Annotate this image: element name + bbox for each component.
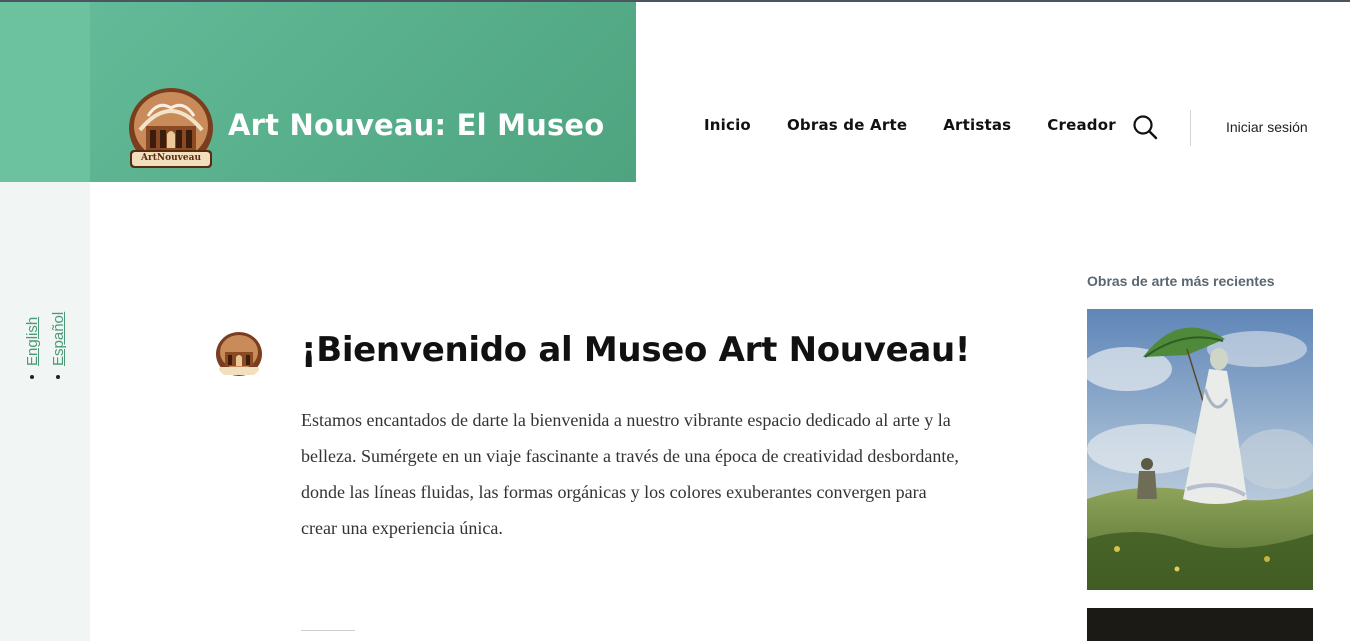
search-icon [1133, 115, 1158, 140]
login-link[interactable]: Iniciar sesión [1226, 119, 1308, 135]
lang-bullet [56, 375, 60, 379]
post-body: Estamos encantados de darte la bienvenid… [301, 410, 959, 538]
nav-item-inicio[interactable]: Inicio [704, 116, 751, 134]
avatar-logo-icon [214, 330, 264, 380]
nav-item-creador[interactable]: Creador [1047, 116, 1116, 134]
nav-item-artistas[interactable]: Artistas [943, 116, 1011, 134]
primary-nav: Inicio Obras de Arte Artistas Creador [704, 116, 1152, 134]
search-button[interactable] [1132, 114, 1158, 140]
language-espanol[interactable]: Español [50, 312, 67, 366]
left-strip [0, 182, 90, 641]
site-branding: ArtNouveau Art Nouveau: El Museo [90, 2, 636, 182]
language-english[interactable]: English [24, 317, 41, 366]
lang-bullet [30, 375, 34, 379]
left-strip-top [0, 2, 90, 182]
widget-title: Obras de arte más recientes [1087, 273, 1275, 289]
post-title: ¡Bienvenido al Museo Art Nouveau! [301, 330, 971, 370]
artwork-thumbnail[interactable] [1087, 309, 1313, 590]
author-avatar[interactable] [214, 330, 264, 380]
site-title[interactable]: Art Nouveau: El Museo [228, 108, 604, 142]
artwork-image [1087, 309, 1313, 590]
nav-item-obras-de-arte[interactable]: Obras de Arte [787, 116, 907, 134]
artwork-thumbnail-2[interactable] [1087, 608, 1313, 641]
site-logo[interactable]: ArtNouveau [128, 86, 214, 172]
logo-text: ArtNouveau [141, 153, 201, 163]
nav-divider [1190, 110, 1191, 146]
post-separator [301, 630, 355, 631]
